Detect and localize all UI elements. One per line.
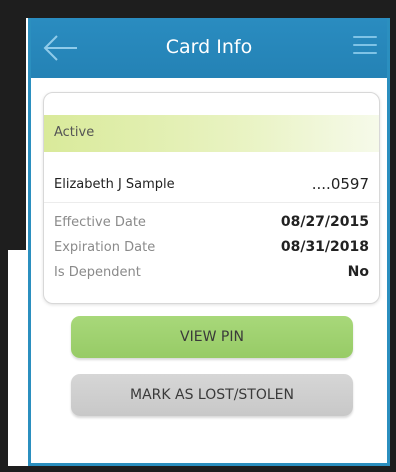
menu-button[interactable] [353, 36, 377, 60]
card-number: ....0597 [311, 175, 369, 193]
background-strip [8, 250, 26, 472]
card-info-panel: Active Elizabeth J Sample ....0597 Effec… [43, 92, 380, 304]
status-bar: Active [44, 115, 379, 152]
card-holder-name: Elizabeth J Sample [54, 177, 175, 192]
background-frame-left-lower [0, 250, 8, 472]
hamburger-menu-icon [353, 36, 377, 54]
page-title: Card Info [165, 36, 253, 58]
background-frame-right [390, 0, 396, 472]
app-header: Card Info [31, 18, 387, 78]
status-badge: Active [54, 125, 95, 140]
is-dependent-value: No [347, 264, 369, 280]
effective-date-value: 08/27/2015 [280, 214, 369, 230]
divider [44, 202, 379, 203]
expiration-date-label: Expiration Date [54, 240, 156, 255]
mark-lost-stolen-button[interactable]: MARK AS LOST/STOLEN [71, 374, 353, 416]
phone-screen: Card Info Active Elizabeth J Sample ....… [28, 18, 390, 466]
expiration-date-value: 08/31/2018 [280, 239, 369, 255]
background-frame-top [0, 0, 396, 18]
is-dependent-label: Is Dependent [54, 265, 141, 280]
background-frame-left [0, 0, 26, 250]
effective-date-label: Effective Date [54, 215, 146, 230]
background-frame-bottom [0, 466, 396, 472]
view-pin-button[interactable]: VIEW PIN [71, 316, 353, 358]
